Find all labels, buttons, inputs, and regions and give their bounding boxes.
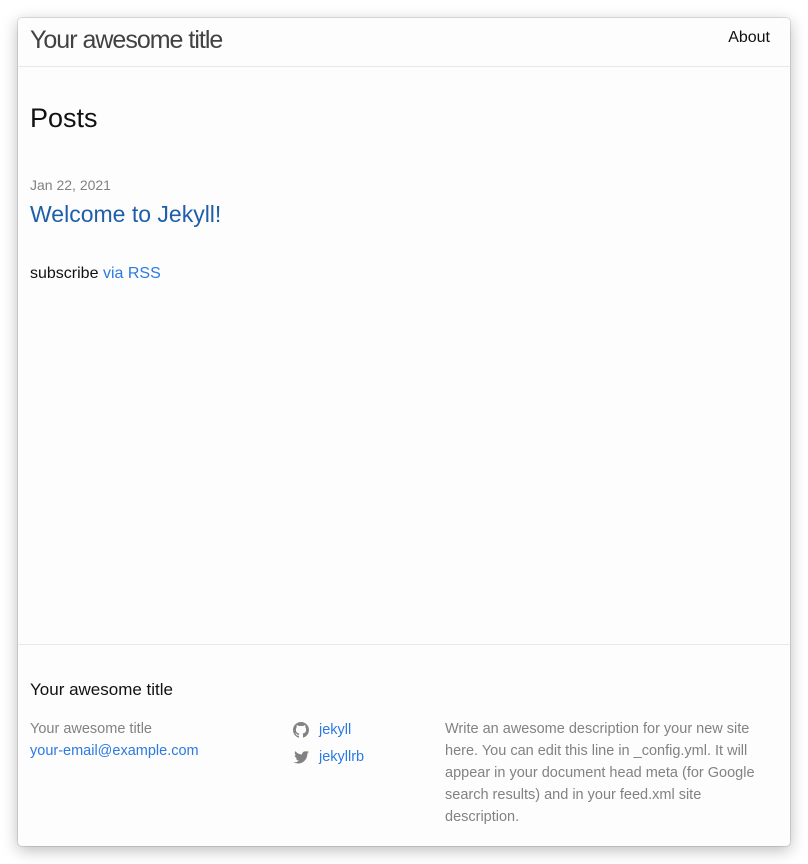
nav-link-about[interactable]: About — [728, 28, 770, 48]
social-item-github: jekyll — [293, 716, 433, 743]
social-item-twitter: jekyllrb — [293, 743, 433, 770]
browser-page: Your awesome title About Posts Jan 22, 2… — [18, 18, 790, 846]
site-title-link[interactable]: Your awesome title — [30, 25, 223, 55]
footer-email-link[interactable]: your-email@example.com — [30, 743, 199, 759]
footer-description-column: Write an awesome description for your ne… — [445, 718, 775, 828]
footer-contact-column: Your awesome title your-email@example.co… — [30, 718, 280, 762]
rss-prefix-text: subscribe — [30, 265, 99, 282]
footer-heading: Your awesome title — [30, 680, 174, 699]
site-footer: Your awesome title Your awesome title yo… — [18, 644, 790, 846]
post-link-welcome[interactable]: Welcome to Jekyll! — [30, 200, 221, 228]
site-description: Write an awesome description for your ne… — [445, 721, 755, 825]
twitter-link[interactable]: jekyllrb — [319, 746, 364, 768]
twitter-icon — [293, 750, 309, 763]
github-icon — [293, 721, 309, 738]
footer-contact-name: Your awesome title — [30, 721, 152, 737]
rss-subscribe: subscribe via RSS — [30, 264, 161, 284]
github-link[interactable]: jekyll — [319, 719, 351, 741]
post-date: Jan 22, 2021 — [30, 177, 111, 193]
posts-heading: Posts — [30, 103, 98, 133]
rss-link[interactable]: via RSS — [103, 265, 161, 282]
site-header: Your awesome title About — [18, 18, 790, 67]
footer-social-column: jekyll jekyllrb — [293, 716, 433, 770]
